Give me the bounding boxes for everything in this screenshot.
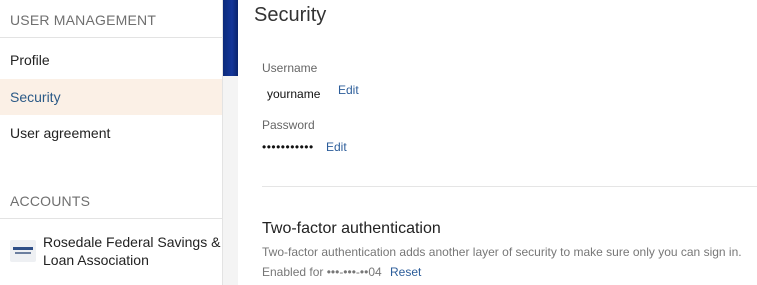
page-title: Security — [254, 4, 327, 26]
divider — [0, 37, 222, 38]
sidebar-scrollbar[interactable] — [223, 0, 238, 285]
sidebar-item-user-agreement[interactable]: User agreement — [0, 115, 222, 151]
two-factor-status: Enabled for •••-•••-••04 — [262, 265, 382, 279]
user-management-title: USER MANAGEMENT — [10, 12, 157, 28]
password-label: Password — [262, 118, 315, 132]
sidebar: USER MANAGEMENT Profile Security User ag… — [0, 0, 223, 285]
edit-username-link[interactable]: Edit — [338, 83, 359, 97]
divider — [0, 218, 222, 219]
bank-logo-icon — [10, 240, 36, 262]
password-value: ••••••••••• — [262, 140, 314, 154]
two-factor-description: Two-factor authentication adds another l… — [262, 245, 742, 259]
main-content: Security Username yourname Edit Password… — [239, 0, 757, 285]
sidebar-item-security[interactable]: Security — [0, 79, 222, 115]
username-label: Username — [262, 61, 318, 75]
sidebar-item-profile[interactable]: Profile — [0, 42, 222, 78]
account-name[interactable]: Rosedale Federal Savings & Loan Associat… — [43, 233, 221, 269]
accounts-title: ACCOUNTS — [10, 193, 91, 209]
reset-two-factor-link[interactable]: Reset — [390, 265, 421, 279]
two-factor-title: Two-factor authentication — [262, 220, 441, 237]
scrollbar-thumb[interactable] — [223, 0, 238, 76]
section-divider — [262, 186, 757, 187]
username-value: yourname — [267, 87, 321, 101]
edit-password-link[interactable]: Edit — [326, 140, 347, 154]
